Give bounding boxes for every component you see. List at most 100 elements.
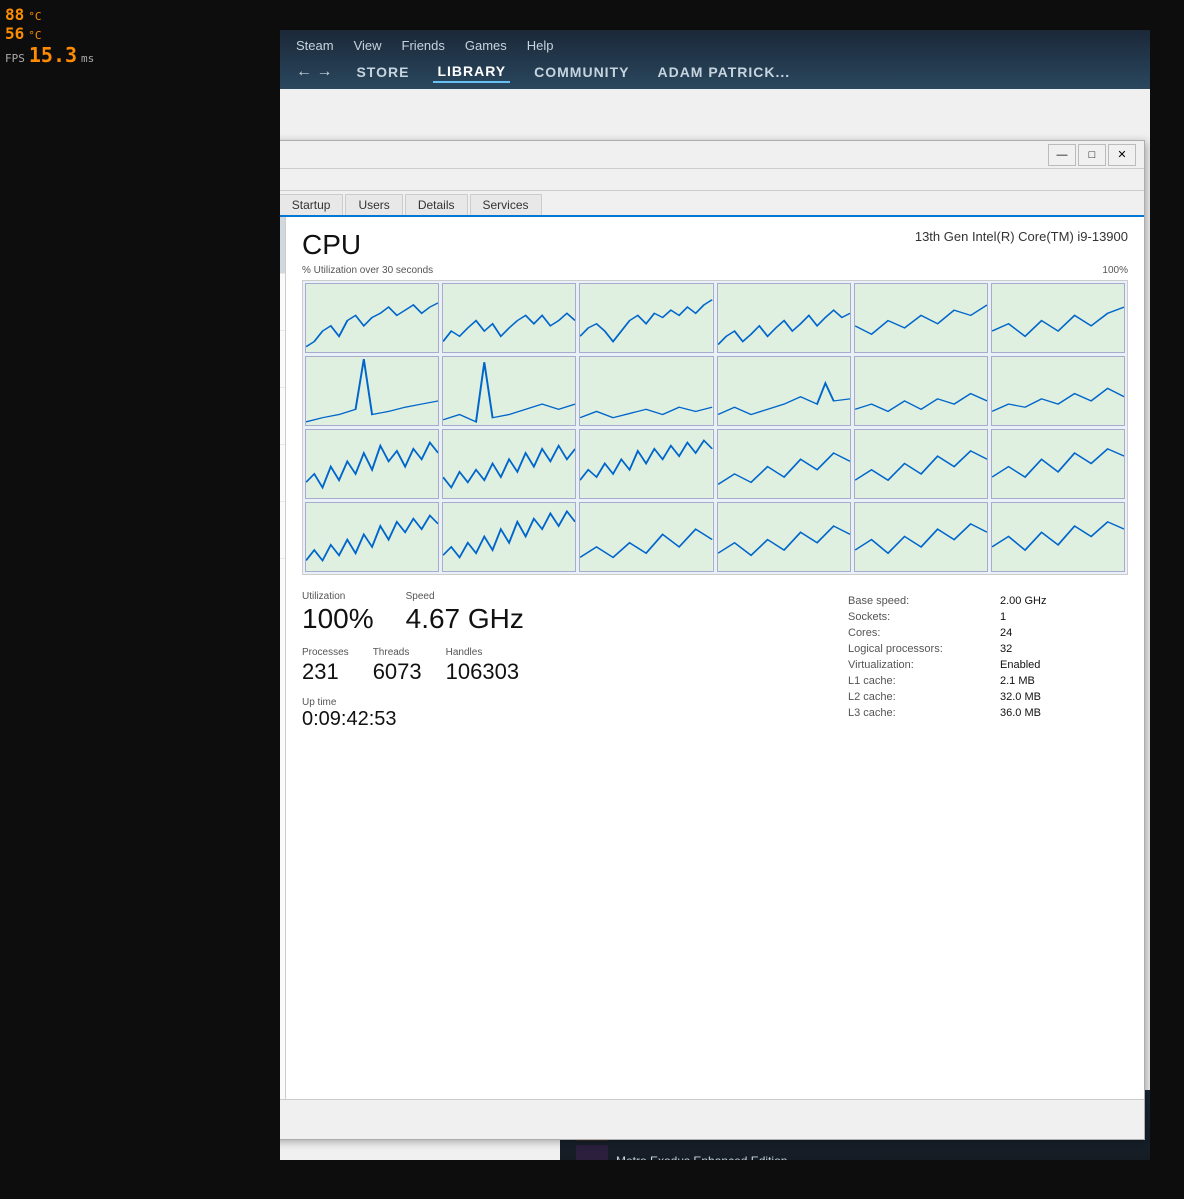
utilization-value: 100% bbox=[302, 603, 374, 634]
steam-nav-store[interactable]: STORE bbox=[352, 62, 413, 82]
speed-block: Speed 4.67 GHz bbox=[406, 591, 524, 635]
l3-value: 36.0 MB bbox=[1000, 707, 1128, 719]
steam-menu-bar: Steam View Friends Games Help bbox=[296, 38, 1134, 53]
fps-overlay: 88 °C 56 °C FPS 15.3 ms bbox=[5, 5, 94, 67]
tm-body: CPU 100% 4.67 GHz Memory 20.1/31.7 G bbox=[280, 217, 1144, 1137]
cpu-core-graph-1 bbox=[305, 283, 439, 353]
tm-titlebar: Task Manager — □ ✕ bbox=[280, 141, 1144, 169]
tab-details[interactable]: Details bbox=[405, 194, 468, 215]
sidebar-item-disk0[interactable]: Disk 0 (C:) SSD 0% bbox=[280, 331, 285, 388]
handles-block: Handles 106303 bbox=[446, 647, 519, 685]
uptime-label: Up time bbox=[302, 697, 828, 708]
steam-menu-friends[interactable]: Friends bbox=[402, 38, 445, 53]
temp2-unit: °C bbox=[28, 29, 41, 42]
tab-startup[interactable]: Startup bbox=[280, 194, 343, 215]
cpu-core-graph-18 bbox=[991, 429, 1125, 499]
l2-value: 32.0 MB bbox=[1000, 691, 1128, 703]
virt-value: Enabled bbox=[1000, 659, 1128, 671]
tm-menubar: Options View bbox=[280, 169, 1144, 191]
game-name-3: Metro Exodus Enhanced Edition bbox=[616, 1154, 787, 1160]
back-arrow[interactable]: ← → bbox=[296, 63, 332, 81]
sidebar-item-cpu[interactable]: CPU 100% 4.67 GHz bbox=[280, 217, 285, 274]
cores-label: Cores: bbox=[848, 627, 976, 639]
sidebar-item-wifi[interactable]: Wi-Fi Wi-Fi S: 0 R: 0 Kbps bbox=[280, 445, 285, 502]
cpu-core-graph-13 bbox=[305, 429, 439, 499]
cpu-pct-100: 100% bbox=[1102, 265, 1128, 276]
processes-block: Processes 231 bbox=[302, 647, 349, 685]
ms-label: ms bbox=[81, 52, 94, 65]
tm-main-content: CPU 13th Gen Intel(R) Core(TM) i9-13900 … bbox=[286, 217, 1144, 1137]
cpu-core-graph-5 bbox=[854, 283, 988, 353]
cpu-core-graph-16 bbox=[717, 429, 851, 499]
steam-nav-user[interactable]: ADAM PATRICK... bbox=[653, 62, 794, 82]
cpu-header: CPU 13th Gen Intel(R) Core(TM) i9-13900 bbox=[302, 229, 1128, 261]
cpu-core-graph-17 bbox=[854, 429, 988, 499]
steam-menu-help[interactable]: Help bbox=[527, 38, 554, 53]
utilization-block: Utilization 100% bbox=[302, 591, 374, 635]
cpu-core-graph-11 bbox=[854, 356, 988, 426]
l2-label: L2 cache: bbox=[848, 691, 976, 703]
cpu-core-graph-6 bbox=[991, 283, 1125, 353]
cpu-util-label: % Utilization over 30 seconds bbox=[302, 265, 433, 276]
cpu-core-graph-7 bbox=[305, 356, 439, 426]
game-list-item-3[interactable]: Metro Exodus Enhanced Edition bbox=[576, 1145, 954, 1160]
uptime-block: Up time 0:09:42:53 bbox=[302, 697, 828, 731]
tab-users[interactable]: Users bbox=[345, 194, 402, 215]
cpu-core-graph-10 bbox=[717, 356, 851, 426]
steam-menu-view[interactable]: View bbox=[354, 38, 382, 53]
steam-menu-steam[interactable]: Steam bbox=[296, 38, 334, 53]
utilization-label: Utilization bbox=[302, 591, 374, 602]
cpu-core-graph-4 bbox=[717, 283, 851, 353]
screen-area: Steam View Friends Games Help ← → STORE … bbox=[280, 30, 1150, 1160]
cpu-core-graph-8 bbox=[442, 356, 576, 426]
cpu-core-graph-3 bbox=[579, 283, 713, 353]
steam-nav-community[interactable]: COMMUNITY bbox=[530, 62, 633, 82]
tm-maximize-button[interactable]: □ bbox=[1078, 144, 1106, 166]
tm-window-controls: — □ ✕ bbox=[1048, 144, 1136, 166]
game-icon-3 bbox=[576, 1145, 608, 1160]
tm-minimize-button[interactable]: — bbox=[1048, 144, 1076, 166]
stats-section: Utilization 100% Speed 4.67 GHz bbox=[302, 591, 1128, 731]
l1-value: 2.1 MB bbox=[1000, 675, 1128, 687]
uptime-value: 0:09:42:53 bbox=[302, 708, 828, 731]
cpu-model: 13th Gen Intel(R) Core(TM) i9-13900 bbox=[915, 229, 1128, 244]
processes-value: 231 bbox=[302, 659, 349, 685]
handles-label: Handles bbox=[446, 647, 519, 658]
cpu-core-graph-2 bbox=[442, 283, 576, 353]
stats-right: Base speed: 2.00 GHz Sockets: 1 Cores: 2… bbox=[848, 591, 1128, 731]
sidebar-item-memory[interactable]: Memory 20.1/31.7 GB (63%) bbox=[280, 274, 285, 331]
tm-close-button[interactable]: ✕ bbox=[1108, 144, 1136, 166]
tm-bottom-bar: ⌃ Fewer details ◉ Open Resource Monitor bbox=[280, 1099, 1144, 1139]
cpu-title: CPU bbox=[302, 229, 361, 261]
temp1-unit: °C bbox=[28, 10, 41, 23]
cpu-core-graph-14 bbox=[442, 429, 576, 499]
tab-services[interactable]: Services bbox=[470, 194, 542, 215]
sockets-value: 1 bbox=[1000, 611, 1128, 623]
cpu-core-graph-22 bbox=[717, 502, 851, 572]
cpu-core-graph-20 bbox=[442, 502, 576, 572]
base-speed-label: Base speed: bbox=[848, 595, 976, 607]
steam-menu-games[interactable]: Games bbox=[465, 38, 507, 53]
temp2-value: 56 bbox=[5, 24, 24, 43]
steam-nav-bar: ← → STORE LIBRARY COMMUNITY ADAM PATRICK… bbox=[296, 61, 1134, 83]
stats-left: Utilization 100% Speed 4.67 GHz bbox=[302, 591, 828, 731]
right-stats-grid: Base speed: 2.00 GHz Sockets: 1 Cores: 2… bbox=[848, 595, 1128, 719]
base-speed-value: 2.00 GHz bbox=[1000, 595, 1128, 607]
threads-label: Threads bbox=[373, 647, 422, 658]
steam-header: Steam View Friends Games Help ← → STORE … bbox=[280, 30, 1150, 89]
cores-value: 24 bbox=[1000, 627, 1128, 639]
cpu-core-graph-9 bbox=[579, 356, 713, 426]
task-manager-window: Task Manager — □ ✕ Options View Processe… bbox=[280, 140, 1145, 1140]
virt-label: Virtualization: bbox=[848, 659, 976, 671]
speed-label: Speed bbox=[406, 591, 524, 602]
sidebar-item-disk1[interactable]: Disk 1 (D:) SSD 0% bbox=[280, 388, 285, 445]
threads-block: Threads 6073 bbox=[373, 647, 422, 685]
steam-nav-library[interactable]: LIBRARY bbox=[433, 61, 510, 83]
temp1-value: 88 bbox=[5, 5, 24, 24]
threads-value: 6073 bbox=[373, 659, 422, 685]
l3-label: L3 cache: bbox=[848, 707, 976, 719]
fps-value: 15.3 bbox=[29, 43, 77, 67]
fps-label: FPS bbox=[5, 52, 25, 65]
sidebar-item-gpu0[interactable]: GPU 0 NVIDIA GeForce RTX 4... 4% (57 °C) bbox=[280, 502, 285, 559]
logical-label: Logical processors: bbox=[848, 643, 976, 655]
